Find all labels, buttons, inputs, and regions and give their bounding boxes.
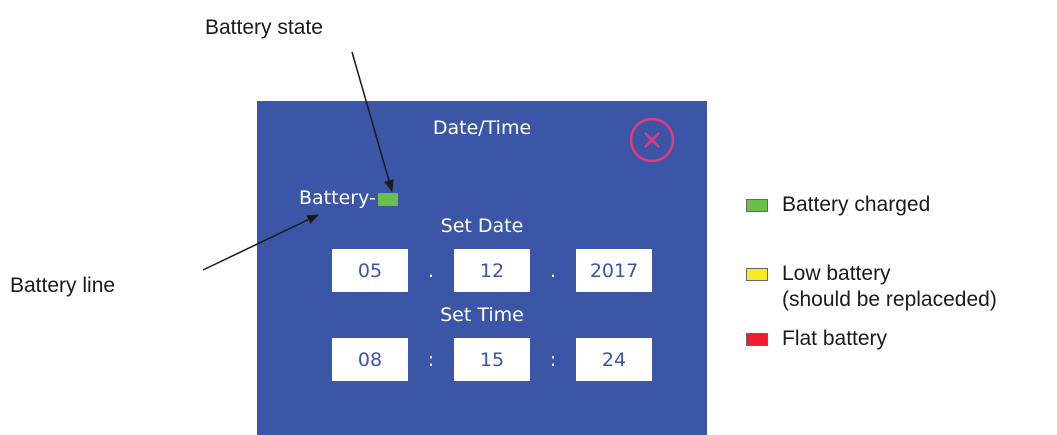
legend-label: Battery charged (782, 193, 931, 216)
legend-item-charged: Battery charged (746, 192, 930, 218)
legend-label-note: (should be replaceded) (782, 288, 997, 311)
legend-label: Low battery (782, 262, 891, 285)
legend-swatch (746, 199, 768, 212)
legend-item-flat: Flat battery (746, 326, 887, 352)
battery-state-arrow (351, 51, 394, 193)
legend-label: Flat battery (782, 327, 888, 350)
battery-line-arrow (202, 214, 320, 271)
legend-swatch (746, 268, 768, 281)
legend-item-low: Low battery (should be replaceded) (746, 261, 997, 313)
legend-swatch (746, 333, 768, 346)
